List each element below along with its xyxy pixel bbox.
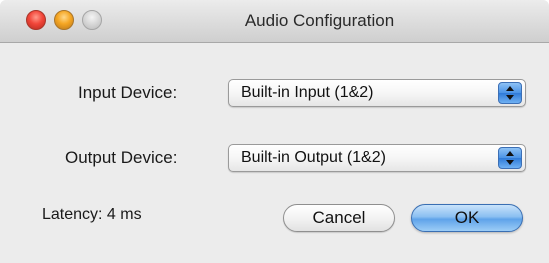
output-device-select[interactable]: Built-in Output (1&2) xyxy=(228,144,526,172)
title-bar[interactable]: Audio Configuration xyxy=(0,0,549,43)
output-device-value: Built-in Output (1&2) xyxy=(241,149,386,166)
output-device-label: Output Device: xyxy=(65,148,178,167)
up-down-arrows-icon xyxy=(498,147,522,169)
input-device-select[interactable]: Built-in Input (1&2) xyxy=(228,79,526,107)
ok-button[interactable]: OK xyxy=(411,204,523,232)
window-title: Audio Configuration xyxy=(244,11,395,30)
audio-configuration-window: Audio Configuration Input Device: Built-… xyxy=(0,0,549,263)
input-device-label: Input Device: xyxy=(78,83,178,102)
latency-readout: Latency: 4 ms xyxy=(42,206,142,223)
up-down-arrows-icon xyxy=(498,82,522,104)
input-device-value: Built-in Input (1&2) xyxy=(241,84,374,101)
cancel-button[interactable]: Cancel xyxy=(283,204,395,232)
